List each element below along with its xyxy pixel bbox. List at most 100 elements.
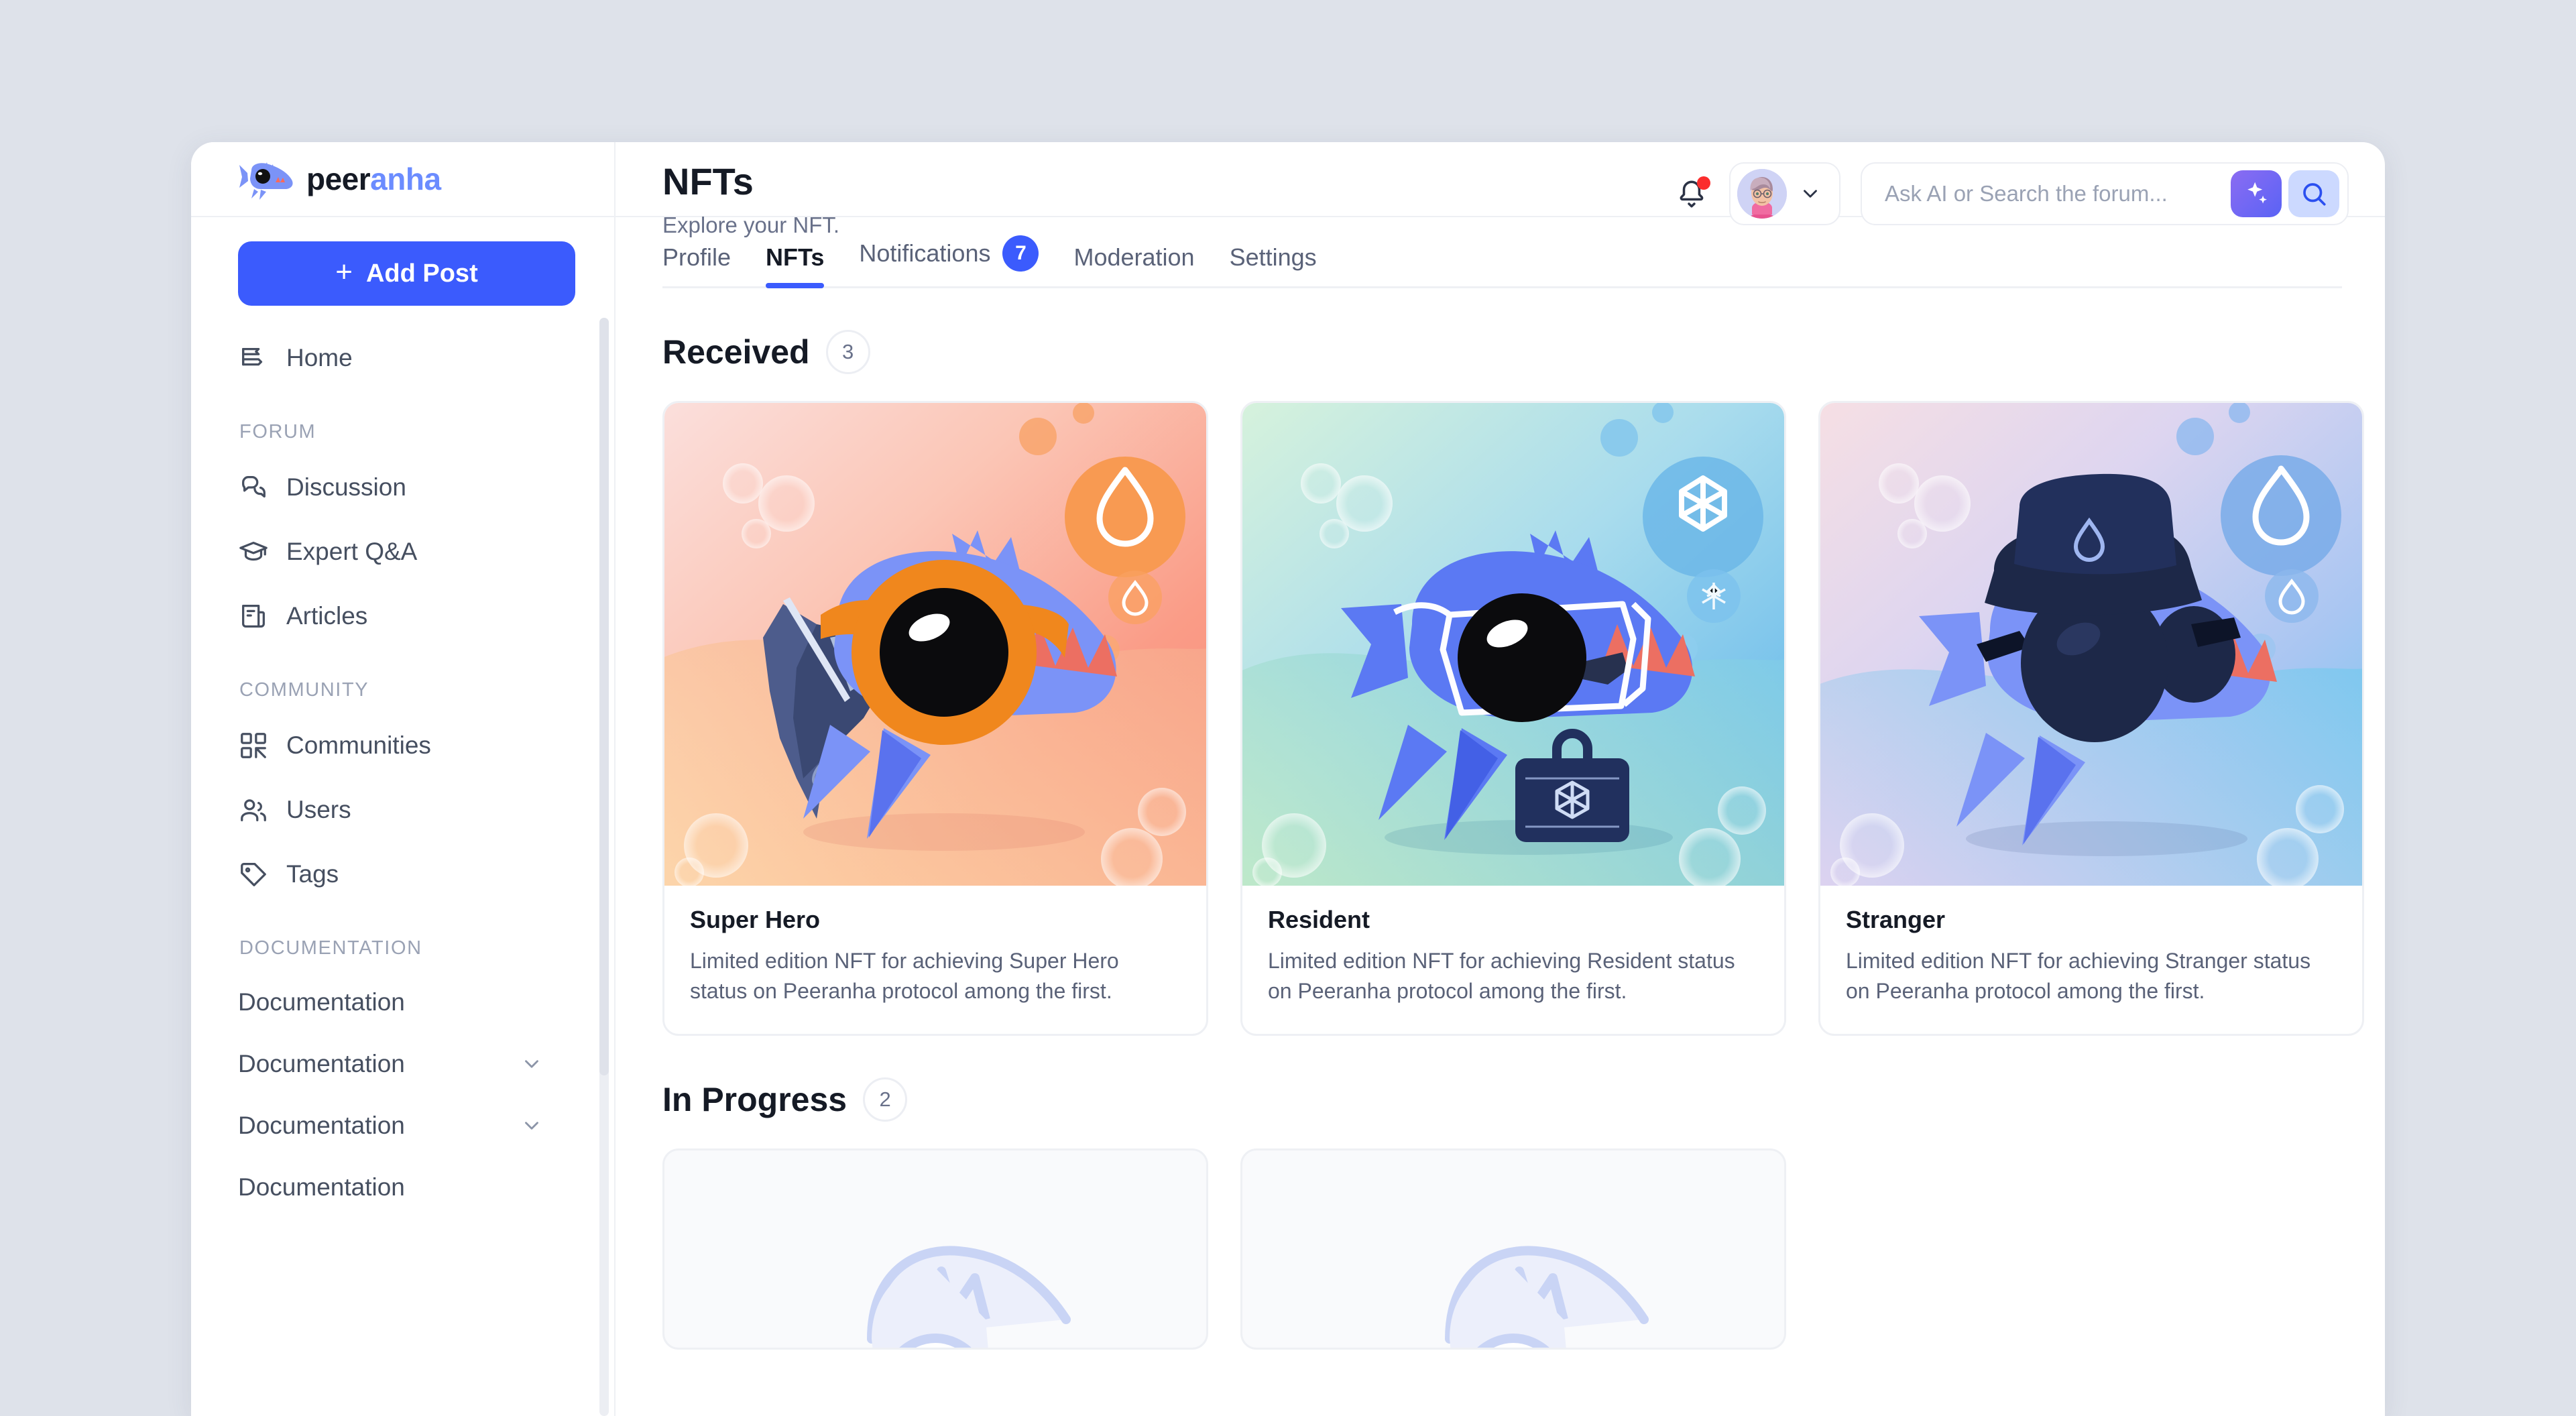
nft-description: Limited edition NFT for achieving Strang…	[1846, 949, 2311, 1004]
stranger-fish-artwork	[1820, 403, 2362, 886]
nft-card-stranger[interactable]: Stranger Limited edition NFT for achievi…	[1818, 401, 2364, 1036]
tab-label: Settings	[1229, 243, 1317, 271]
search-bar	[1861, 162, 2349, 225]
nft-description: Limited edition NFT for achieving Super …	[690, 949, 1119, 1004]
users-icon	[238, 794, 269, 825]
article-page-icon	[238, 601, 269, 632]
tab-bar: Profile NFTs Notifications 7 Moderation …	[662, 217, 2342, 288]
in-progress-card-row	[662, 1148, 2385, 1350]
tab-label: Profile	[662, 243, 731, 271]
sidebar-item-label: Documentation	[238, 1050, 405, 1077]
page-title: NFTs	[662, 160, 754, 202]
tag-icon	[238, 859, 269, 890]
graduation-cap-icon	[238, 536, 269, 567]
sidebar-section-title-forum: FORUM	[239, 421, 316, 442]
sparkles-icon	[2241, 179, 2271, 209]
sidebar: peeranha + Add Post Home FORUM Discussio…	[191, 142, 616, 1416]
sidebar-item-expert-qa[interactable]: Expert Q&A	[238, 520, 574, 584]
nft-name: Stranger	[1846, 906, 1946, 933]
sidebar-scrollbar-thumb[interactable]	[599, 318, 609, 1075]
nft-card-body: Resident Limited edition NFT for achievi…	[1242, 886, 1784, 1034]
sidebar-item-label: Tags	[286, 860, 339, 888]
sidebar-item-label: Communities	[286, 731, 431, 759]
sidebar-item-label: Documentation	[238, 1112, 405, 1139]
tab-label: Moderation	[1073, 243, 1195, 271]
sidebar-item-articles[interactable]: Articles	[238, 584, 574, 648]
sidebar-item-documentation-4[interactable]: Documentation	[238, 1157, 574, 1218]
search-submit-button[interactable]	[2288, 170, 2339, 217]
sidebar-item-communities[interactable]: Communities	[238, 713, 574, 778]
tab-label: Notifications	[859, 239, 991, 267]
nft-card-super-hero[interactable]: Super Hero Limited edition NFT for achie…	[662, 401, 1208, 1036]
sidebar-scroll-area: + Add Post Home FORUM Discussion Expert …	[191, 217, 614, 1416]
placeholder-fish-outline	[867, 1246, 1071, 1348]
chevron-down-icon	[520, 1114, 543, 1137]
tab-moderation[interactable]: Moderation	[1073, 243, 1194, 286]
super-hero-fish-artwork	[664, 403, 1206, 886]
grid-squares-icon	[238, 730, 269, 761]
nft-name: Resident	[1268, 906, 1370, 933]
received-section-header: Received 3	[662, 330, 2385, 374]
magnifier-icon	[2300, 180, 2328, 208]
nft-card-body: Stranger Limited edition NFT for achievi…	[1820, 886, 2362, 1034]
avatar	[1737, 169, 1787, 219]
sidebar-item-discussion[interactable]: Discussion	[238, 455, 574, 520]
add-post-label: Add Post	[365, 259, 478, 288]
chevron-down-icon	[520, 1053, 543, 1075]
tab-settings[interactable]: Settings	[1230, 243, 1317, 286]
sidebar-item-label: Articles	[286, 602, 368, 630]
plus-icon: +	[335, 255, 353, 288]
sidebar-item-documentation-3[interactable]: Documentation	[238, 1095, 574, 1157]
brand-name: peeranha	[306, 164, 441, 194]
sidebar-item-documentation-2[interactable]: Documentation	[238, 1033, 574, 1095]
nft-card-in-progress-1[interactable]	[662, 1148, 1208, 1350]
sidebar-item-label: Discussion	[286, 473, 406, 501]
nft-card-body: Super Hero Limited edition NFT for achie…	[664, 886, 1206, 1034]
nft-card-in-progress-2[interactable]	[1240, 1148, 1786, 1350]
nft-card-resident[interactable]: Resident Limited edition NFT for achievi…	[1240, 401, 1786, 1036]
received-count-badge: 3	[825, 330, 870, 374]
brand-logo[interactable]: peeranha	[191, 142, 614, 217]
sidebar-item-label: Home	[286, 344, 353, 371]
tab-profile[interactable]: Profile	[662, 243, 731, 286]
sidebar-item-label: Expert Q&A	[286, 538, 418, 565]
topbar-controls	[1676, 162, 2349, 225]
user-menu-button[interactable]	[1729, 162, 1840, 225]
chevron-down-icon	[1799, 182, 1822, 205]
in-progress-section-header: In Progress 2	[662, 1077, 2385, 1122]
add-post-button[interactable]: + Add Post	[238, 241, 575, 306]
placeholder-fish-outline	[1445, 1246, 1649, 1348]
search-input[interactable]	[1885, 181, 2231, 206]
section-title: Received	[662, 333, 810, 371]
nft-description: Limited edition NFT for achieving Reside…	[1268, 949, 1735, 1004]
sidebar-item-users[interactable]: Users	[238, 778, 574, 842]
brand-name-part2: anha	[370, 162, 441, 196]
nft-name: Super Hero	[690, 906, 821, 933]
topbar: NFTs Explore your NFT.	[616, 142, 2385, 237]
notification-bell-icon[interactable]	[1676, 175, 1710, 213]
books-icon	[238, 343, 269, 373]
in-progress-count-badge: 2	[863, 1077, 908, 1122]
tab-notifications[interactable]: Notifications 7	[859, 235, 1039, 286]
tab-nfts[interactable]: NFTs	[766, 243, 825, 288]
app-window: peeranha + Add Post Home FORUM Discussio…	[191, 142, 2385, 1416]
sidebar-item-label: Users	[286, 796, 351, 823]
sidebar-item-home[interactable]: Home	[238, 326, 574, 390]
sidebar-item-label: Documentation	[238, 988, 405, 1016]
unread-indicator-dot	[1697, 176, 1710, 190]
main-area: NFTs Explore your NFT. Ask AI or Search …	[616, 142, 2385, 1416]
brand-name-part1: peer	[306, 162, 371, 196]
sidebar-section-title-community: COMMUNITY	[239, 679, 369, 701]
received-card-row: Super Hero Limited edition NFT for achie…	[662, 401, 2385, 1036]
sidebar-section-title-documentation: DOCUMENTATION	[239, 937, 422, 959]
peeranha-fish-logo-icon	[238, 158, 296, 200]
sidebar-item-documentation-1[interactable]: Documentation	[238, 971, 574, 1033]
section-title: In Progress	[662, 1080, 847, 1118]
tab-label: NFTs	[766, 243, 825, 271]
notifications-count-badge: 7	[1002, 235, 1039, 272]
resident-fish-artwork	[1242, 403, 1784, 886]
chat-bubbles-icon	[238, 472, 269, 503]
sidebar-item-tags[interactable]: Tags	[238, 842, 574, 906]
content-area: Profile NFTs Notifications 7 Moderation …	[616, 217, 2385, 1416]
ask-ai-button[interactable]	[2231, 170, 2282, 217]
